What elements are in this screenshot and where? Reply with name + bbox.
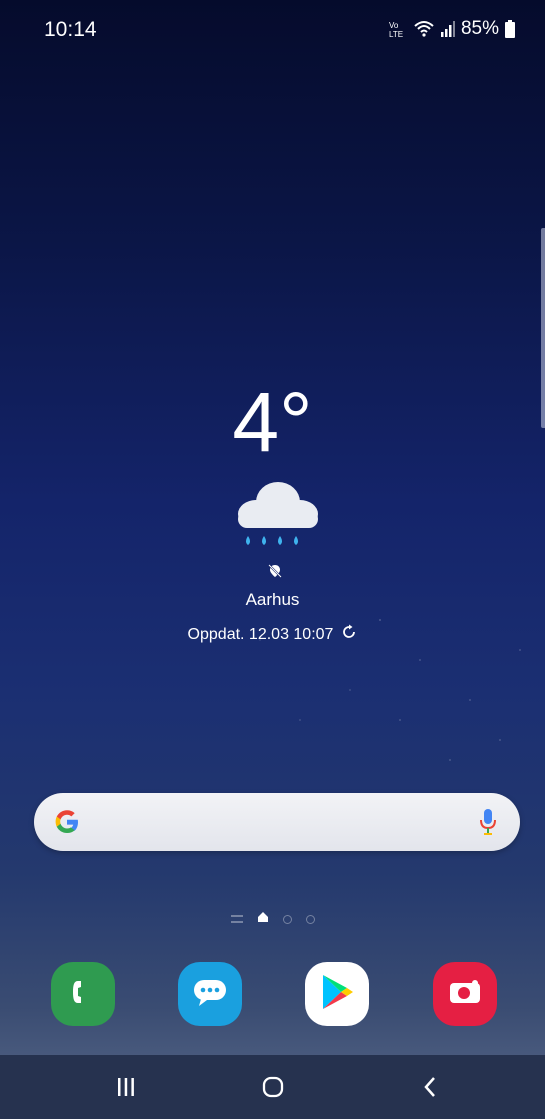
phone-app[interactable] [51,962,115,1026]
home-page-icon [257,910,269,928]
messages-app[interactable] [178,962,242,1026]
back-icon [423,1076,437,1103]
rain-cloud-icon[interactable] [230,480,322,557]
weather-updated-text: Oppdat. 12.03 10:07 [187,625,334,643]
app-dock [0,962,545,1040]
home-button[interactable] [243,1069,303,1109]
play-store-app[interactable] [305,962,369,1026]
page-dot [305,914,315,924]
refresh-icon[interactable] [341,624,357,645]
signal-icon [440,21,455,37]
recents-button[interactable] [96,1069,156,1109]
home-icon [262,1076,284,1103]
back-button[interactable] [400,1069,460,1109]
play-store-icon [319,973,355,1016]
volte-icon: Vo LTE [387,19,407,39]
battery-percent: 85% [460,18,499,39]
location-off-icon [268,564,282,583]
weather-temperature[interactable]: 4° [0,380,545,464]
page-dot [282,914,292,924]
messages-icon [191,975,229,1014]
status-bar: 10:14 Vo LTE 85% [0,0,545,60]
wallpaper-stars [0,0,545,1119]
navigation-bar [0,1055,545,1119]
svg-text:Vo: Vo [389,21,399,30]
wifi-icon [413,20,435,38]
camera-app[interactable] [433,962,497,1026]
svg-text:LTE: LTE [389,30,403,39]
google-search-bar[interactable] [34,793,520,851]
weather-city[interactable]: Aarhus [0,590,545,610]
google-g-icon [52,807,82,842]
weather-updated-row: Oppdat. 12.03 10:07 [0,624,545,645]
page-indicator [0,910,545,928]
battery-icon [505,20,515,38]
recents-icon [117,1077,135,1102]
home-menu-indicator [230,915,243,923]
status-time: 10:14 [44,18,97,41]
microphone-icon[interactable] [478,807,498,842]
camera-icon [446,975,484,1014]
status-icons: Vo LTE 85% [387,18,515,40]
phone-icon [66,975,100,1014]
